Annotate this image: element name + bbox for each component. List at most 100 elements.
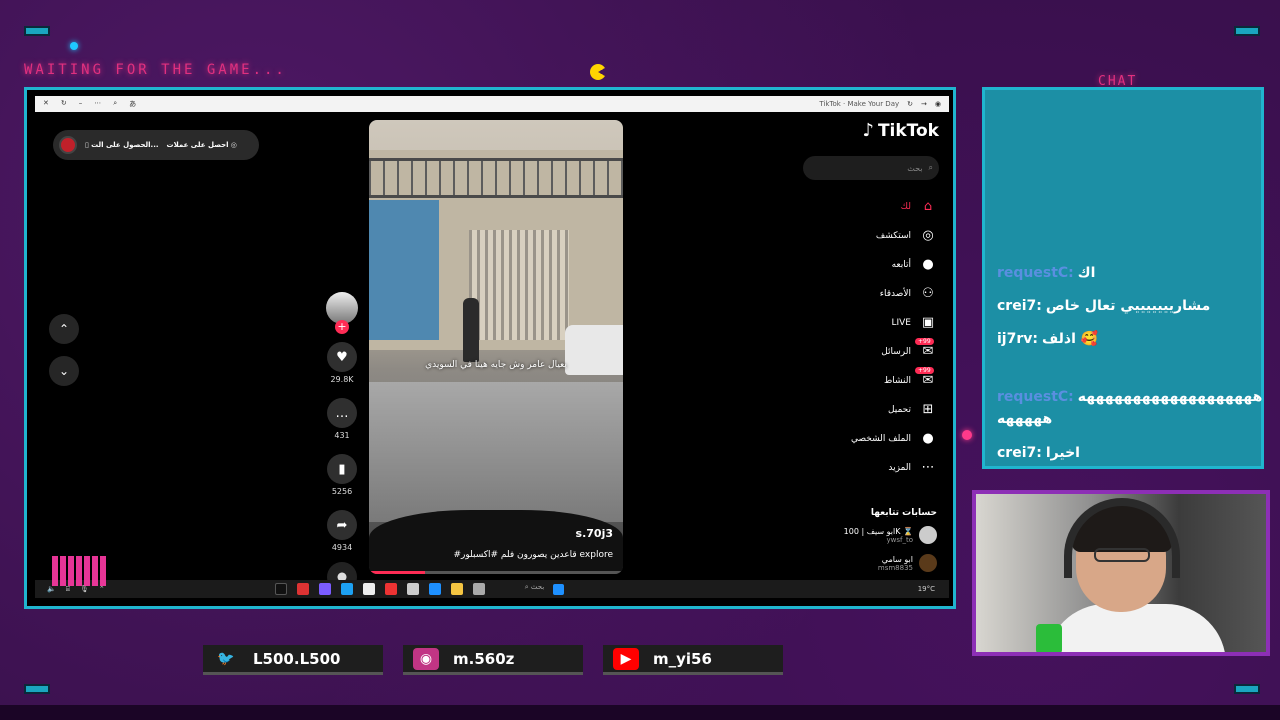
browser-tab-title[interactable]: TikTok · Make Your Day (819, 100, 899, 108)
avatar (919, 526, 937, 544)
minimize-icon[interactable]: – (79, 99, 83, 109)
previous-video-button[interactable]: ⌃ (49, 314, 79, 344)
comment-button[interactable]: … (327, 398, 357, 428)
video-progress-bar[interactable] (369, 571, 623, 574)
tiktok-logo[interactable]: ♪ TikTok (862, 120, 939, 141)
chevron-up-icon: ⌃ (58, 322, 70, 336)
sidebar-item-following[interactable]: أتابعه ● (797, 250, 937, 279)
sidebar-item-messages[interactable]: الرسائل ✉ +99 (797, 337, 937, 366)
video-description[interactable]: #قاعدين يصورون فلم #اكسبلور explore (453, 550, 613, 560)
youtube-handle: m_yi56 (653, 649, 712, 668)
tiktok-app-icon[interactable] (274, 583, 287, 595)
activity-icon: ✉ +99 (915, 367, 937, 388)
like-count: 29.8K (330, 375, 354, 384)
sidebar-item-profile[interactable]: الملف الشخصي ● (797, 424, 937, 453)
sidebar-item-upload[interactable]: تحميل ⊞ (797, 395, 937, 424)
instagram-handle: m.560z (453, 649, 515, 668)
reload-icon[interactable]: ↻ (61, 99, 67, 109)
live-icon: ▣ (921, 315, 935, 330)
social-twitter: 🐦 L500.L500 (203, 645, 383, 675)
corner-decoration (1234, 684, 1260, 694)
translate-icon[interactable]: あ (129, 99, 136, 109)
chat-message: requestC: هههههههههههههههههههه هههههه (997, 389, 1263, 427)
tiktok-note-icon: ♪ (862, 120, 874, 141)
coins-pill[interactable]: ▯ الحصول على الت... احصل على عملات ◎ (53, 130, 259, 160)
action-column: + ♥ 29.8K … 431 ▮ 5256 ➦ 4934 (325, 292, 359, 592)
space-invader-icon (52, 556, 108, 586)
like-button[interactable]: ♥ (327, 342, 357, 372)
twitter-handle: L500.L500 (253, 649, 341, 668)
chevron-down-icon: ⌄ (58, 364, 70, 378)
following-accounts-title: حسابات تتابعها (870, 508, 937, 518)
video-player[interactable]: يعيال عامر وش جايه هينا في السويدي s.70j… (369, 120, 623, 574)
chat-panel: requestC: اك crei7: مشاريييييييي تعال خاص … (982, 87, 1264, 469)
get-coins-button[interactable]: احصل على عملات ◎ (167, 141, 237, 149)
follow-plus-icon[interactable]: + (335, 320, 349, 334)
screen-capture-frame: ✕ ↻ – ⋯ ⌕ あ TikTok · Make Your Day ↻ → ◉… (24, 87, 956, 609)
get-app-button[interactable]: ▯ الحصول على الت... (85, 141, 159, 149)
chat-message: ij7rv: اذلف 🥰 (997, 331, 1099, 347)
sidebar-item-explore[interactable]: استكشف ◎ (797, 221, 937, 250)
pacman-icon (590, 64, 606, 80)
following-account[interactable]: ابو سيف | 100K ⌛ ywsf_to (844, 526, 937, 544)
app-icon[interactable] (340, 583, 353, 595)
sidebar-nav: لك ⌂ استكشف ◎ أتابعه ● الأصدقاء ⚇ LIVE ▣ الرسائل ✉ +… (797, 192, 937, 482)
brave-icon[interactable] (384, 583, 397, 595)
chat-message: crei7: اخيرا (997, 445, 1080, 461)
comment-count: 431 (334, 431, 350, 440)
share-button[interactable]: ➦ (327, 510, 357, 540)
more-icon: ⋯ (921, 460, 935, 475)
messages-icon: ✉ +99 (915, 338, 937, 359)
weather-widget[interactable]: 19°C (918, 585, 935, 593)
app-icon[interactable] (472, 583, 485, 595)
sidebar-item-home[interactable]: لك ⌂ (797, 192, 937, 221)
bottom-bar (0, 705, 1280, 720)
webcam-feed (972, 490, 1270, 656)
zoom-icon[interactable]: ⌕ (113, 99, 117, 109)
more-icon[interactable]: ⋯ (94, 99, 101, 109)
author-avatar[interactable]: + (326, 292, 358, 334)
refresh-icon[interactable]: ↻ (907, 100, 913, 108)
heart-icon: ♥ (336, 349, 348, 365)
search-input[interactable]: بحث ⌕ (803, 156, 939, 180)
folder-icon[interactable] (450, 583, 463, 595)
video-author[interactable]: s.70j3 (576, 527, 613, 540)
notification-badge: +99 (915, 338, 934, 345)
app-icon[interactable] (296, 583, 309, 595)
sidebar-item-live[interactable]: LIVE ▣ (797, 308, 937, 337)
social-instagram: ◉ m.560z (403, 645, 583, 675)
next-video-button[interactable]: ⌄ (49, 356, 79, 386)
save-button[interactable]: ▮ (327, 454, 357, 484)
decorative-dot (962, 430, 972, 440)
share-icon: ➦ (336, 517, 348, 533)
store-icon[interactable] (406, 583, 419, 595)
corner-decoration (24, 26, 50, 36)
video-overlay-caption: يعيال عامر وش جايه هينا في السويدي (425, 360, 567, 370)
todo-icon[interactable] (428, 583, 441, 595)
close-icon[interactable]: ✕ (43, 99, 49, 109)
windows-start-icon[interactable] (552, 583, 564, 595)
following-account[interactable]: ابو سامي msm8835 (878, 554, 937, 572)
twitter-icon: 🐦 (217, 650, 235, 667)
corner-decoration (24, 684, 50, 694)
bookmark-icon: ▮ (338, 461, 346, 477)
app-icon[interactable]: ◉ (935, 100, 941, 108)
friends-icon: ⚇ (922, 286, 934, 301)
avatar[interactable] (59, 136, 77, 154)
browser-bar: ✕ ↻ – ⋯ ⌕ あ TikTok · Make Your Day ↻ → ◉ (35, 96, 949, 112)
taskbar-search[interactable]: ⌕ بحث (525, 583, 545, 595)
sidebar-item-more[interactable]: المزيد ⋯ (797, 453, 937, 482)
explore-icon: ◎ (922, 228, 934, 243)
forward-icon[interactable]: → (921, 100, 927, 108)
save-count: 5256 (331, 487, 353, 496)
windows-taskbar: 🔈 ⌸ 🎙 ⌃ ⌕ بحث 19°C (35, 580, 949, 598)
home-icon: ⌂ (923, 199, 933, 214)
sidebar-item-activity[interactable]: النشاط ✉ +99 (797, 366, 937, 395)
app-icon[interactable] (318, 583, 331, 595)
notification-badge: +99 (915, 367, 934, 374)
corner-decoration (1234, 26, 1260, 36)
search-icon: ⌕ (928, 163, 933, 172)
sidebar-item-friends[interactable]: الأصدقاء ⚇ (797, 279, 937, 308)
youtube-icon: ▶ (613, 647, 639, 670)
file-icon[interactable] (362, 583, 375, 595)
